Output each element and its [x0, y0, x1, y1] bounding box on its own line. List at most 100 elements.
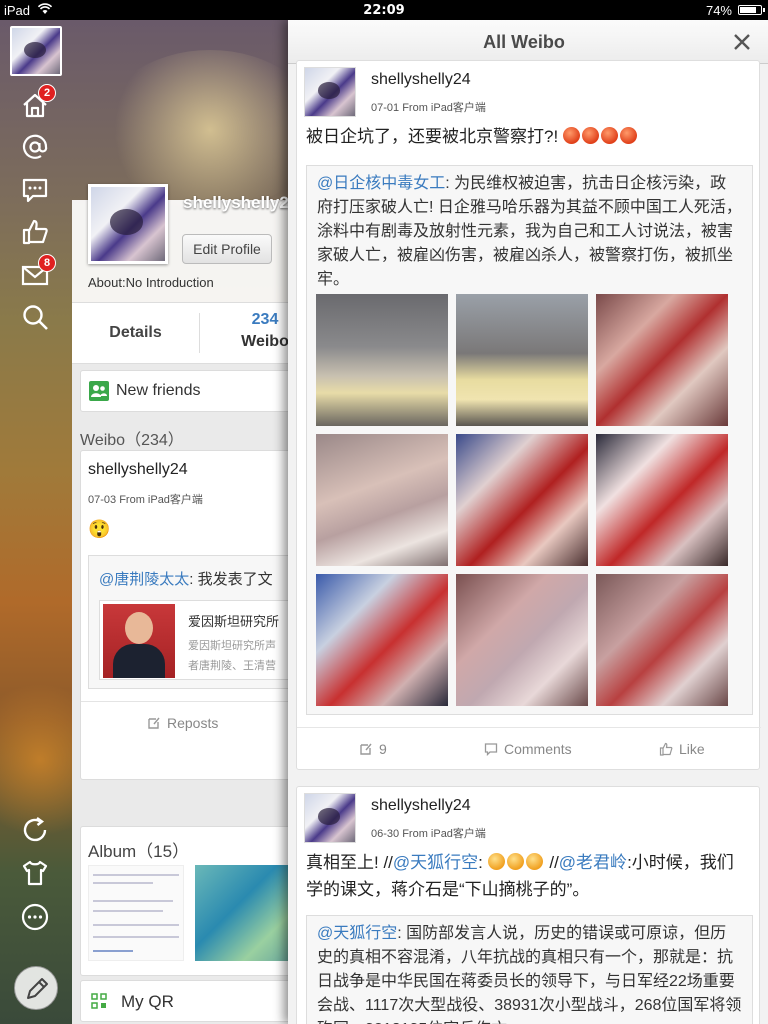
album-card[interactable]: Album（15） [80, 826, 302, 976]
reposts-button[interactable]: Reposts [147, 715, 218, 731]
profile-avatar[interactable] [88, 184, 168, 264]
post-author[interactable]: shellyshelly24 [371, 71, 471, 89]
sidebar-nav: 2 8 [0, 20, 72, 1024]
laugh-emoji-icon [487, 853, 505, 870]
tab-details[interactable]: Details [72, 303, 199, 363]
comments-button[interactable]: Comments [484, 741, 572, 757]
battery-percent: 74% [705, 2, 732, 18]
user-avatar-button[interactable] [10, 26, 62, 76]
mention-link[interactable]: @天狐行空 [393, 853, 478, 872]
laugh-emoji-icon [506, 853, 524, 870]
article-thumbnail [103, 604, 175, 678]
comments-label: Comments [504, 741, 572, 757]
quoted-post[interactable]: @天狐行空: 国防部发言人说，历史的错误或可原谅，但历史的真相不容混淆，八年抗战… [306, 915, 753, 1024]
photo-thumbnail[interactable] [596, 574, 728, 706]
home-button[interactable]: 2 [20, 84, 56, 120]
post-meta: 06-30 From iPad客户端 [371, 828, 486, 840]
repost-icon [148, 717, 160, 729]
photo-thumbnail[interactable] [316, 574, 448, 706]
refresh-button[interactable] [20, 815, 50, 845]
album-title: Album（15） [88, 842, 190, 861]
like-button[interactable]: Like [659, 741, 705, 757]
comment-icon [22, 178, 48, 203]
angry-emoji-icon [619, 127, 637, 144]
weibo-section-heading: Weibo（234） [80, 432, 184, 449]
weibo-count: 234 [251, 311, 279, 328]
thumbs-up-icon [22, 219, 48, 245]
weibo-tab-label: Weibo [241, 333, 289, 350]
compose-button[interactable] [14, 966, 58, 1010]
post-avatar[interactable] [304, 793, 356, 843]
album-thumbnail[interactable] [195, 865, 302, 961]
angry-emoji-icon [600, 127, 618, 144]
album-thumbnail[interactable] [88, 865, 184, 961]
latest-weibo-card[interactable]: shellyshelly24 07-03 From iPad客户端 😲 @唐荆陵… [80, 450, 302, 780]
close-icon [734, 34, 750, 50]
all-weibo-panel: All Weibo shellyshelly24 07-01 From iPad… [288, 20, 768, 1024]
angry-emoji-icon [562, 127, 580, 144]
home-badge: 2 [38, 84, 56, 102]
photo-thumbnail[interactable] [456, 294, 588, 426]
post-avatar[interactable] [304, 67, 356, 117]
edit-profile-button[interactable]: Edit Profile [182, 234, 272, 264]
about-text: About:No Introduction [88, 275, 214, 290]
article-summary-line: 者唐荆陵、王清营 [188, 660, 276, 672]
latest-weibo-meta: 07-03 From iPad客户端 [88, 494, 203, 506]
article-title: 爱因斯坦研究所 [188, 614, 280, 629]
profile-name: shellyshelly24 [183, 193, 299, 212]
avatar [12, 28, 60, 74]
mention-link[interactable]: @老君岭 [559, 853, 627, 872]
mention-link[interactable]: @日企核中毒女工 [317, 175, 445, 192]
mention-link[interactable]: @天狐行空 [317, 925, 397, 942]
emoji-icon: 😲 [88, 519, 111, 539]
thumbs-up-icon [659, 742, 673, 756]
post-actions: 9 Comments Like [297, 727, 761, 769]
photo-thumbnail[interactable] [596, 434, 728, 566]
photo-thumbnail[interactable] [456, 574, 588, 706]
feed-post[interactable]: shellyshelly24 06-30 From iPad客户端 真相至上! … [296, 786, 760, 1024]
reposts-label: Reposts [167, 715, 219, 731]
mail-badge: 8 [38, 254, 56, 272]
like-label: Like [679, 741, 705, 757]
quoted-text: @天狐行空: 国防部发言人说，历史的错误或可原谅，但历史的真相不容混淆，八年抗战… [317, 925, 742, 1024]
my-qr-label: My QR [121, 992, 174, 1011]
photo-thumbnail[interactable] [456, 434, 588, 566]
profile-tabs: Details 234 Weibo [72, 302, 302, 364]
likes-button[interactable] [20, 217, 50, 247]
latest-weibo-author: shellyshelly24 [88, 461, 188, 478]
close-button[interactable] [732, 32, 752, 52]
comments-button[interactable] [20, 175, 50, 205]
quoted-text: @日企核中毒女工: 为民维权被迫害，抗击日企核污染，政府打压家破人亡! 日企雅马… [317, 175, 742, 288]
mention-link[interactable]: @唐荆陵太太 [99, 571, 189, 588]
profile-body: New friends Weibo（234） shellyshelly24 07… [72, 364, 302, 1024]
latest-weibo-actions: Reposts [81, 701, 302, 743]
angry-emoji-icon [581, 127, 599, 144]
laugh-emoji-icon [525, 853, 543, 870]
post-author[interactable]: shellyshelly24 [371, 797, 471, 815]
photo-thumbnail[interactable] [596, 294, 728, 426]
feed-post[interactable]: shellyshelly24 07-01 From iPad客户端 被日企坑了，… [296, 60, 761, 770]
messages-button[interactable]: 8 [20, 254, 56, 290]
mentions-button[interactable] [20, 132, 50, 162]
my-qr-row[interactable]: My QR [80, 980, 302, 1022]
article-summary-line: 爱因斯坦研究所声 [188, 640, 276, 652]
skin-button[interactable] [20, 858, 50, 888]
status-bar: iPad 22:09 74% [0, 0, 768, 20]
repost-button[interactable]: 9 [359, 741, 387, 757]
feed-title: All Weibo [483, 32, 565, 52]
photo-thumbnail[interactable] [316, 294, 448, 426]
latest-weibo-repost[interactable]: @唐荆陵太太: 我发表了文 爱因斯坦研究所 爱因斯坦研究所声 者唐荆陵、王清营 [88, 555, 302, 689]
comment-icon [484, 743, 498, 756]
new-friends-row[interactable]: New friends [80, 370, 302, 412]
pencil-icon [27, 978, 48, 999]
photo-thumbnail[interactable] [316, 434, 448, 566]
search-button[interactable] [20, 302, 50, 332]
post-text: 被日企坑了，还要被北京警察打?! [306, 123, 746, 150]
post-text: 真相至上! //@天狐行空: //@老君岭:小时候，我们学的课文，蒋介石是“下山… [306, 853, 734, 899]
more-button[interactable] [20, 902, 50, 932]
repost-count: 9 [379, 741, 387, 757]
quoted-post[interactable]: @日企核中毒女工: 为民维权被迫害，抗击日企核污染，政府打压家破人亡! 日企雅马… [306, 165, 753, 715]
new-friends-label: New friends [116, 382, 201, 399]
tab-weibo[interactable]: 234 Weibo [200, 311, 302, 351]
article-preview[interactable]: 爱因斯坦研究所 爱因斯坦研究所声 者唐荆陵、王清营 [99, 600, 302, 680]
